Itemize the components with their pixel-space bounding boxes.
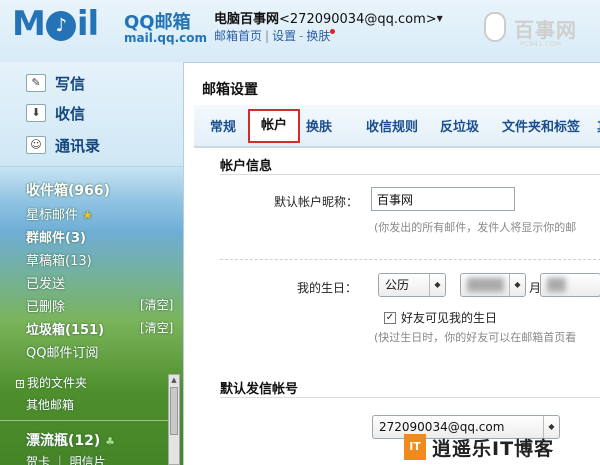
folder-spam[interactable]: 垃圾箱(151) [清空] — [26, 319, 173, 338]
pencil-icon: ✎ — [26, 74, 46, 92]
blog-watermark-text: 逍遥乐IT博客 — [432, 438, 555, 460]
chevron-down-icon[interactable]: ▼ — [437, 14, 443, 23]
inbox-download-icon: ⬇ — [26, 104, 46, 122]
link-mail-home[interactable]: 邮箱首页 — [214, 29, 262, 43]
blog-watermark: IT 逍遥乐IT博客 — [400, 432, 600, 465]
tab-receive-rules[interactable]: 收信规则 — [366, 113, 418, 143]
default-sender-heading: 默认发信帐号 — [220, 382, 299, 397]
my-folders-label: 我的文件夹 — [27, 376, 88, 390]
watermark-logo: 百事网 PC841.COM — [484, 10, 594, 50]
receive-button[interactable]: ⬇ 收信 — [26, 100, 85, 126]
section-divider — [220, 397, 600, 398]
user-name: 电脑百事网 — [214, 12, 280, 27]
folder-groups[interactable]: 群邮件(3) — [26, 227, 86, 246]
folder-drafts[interactable]: 草稿箱(13) — [26, 250, 92, 269]
expand-plus-icon[interactable]: + — [16, 380, 24, 388]
birth-month-select[interactable]: ██ — [540, 273, 600, 297]
scroll-up-arrow-icon[interactable]: ▲ — [170, 376, 178, 385]
user-email: <272090034@qq.com> — [279, 12, 437, 27]
friends-visible-label: 好友可见我的生日 — [401, 311, 498, 325]
qq-mail-logo[interactable]: M ♪ il — [12, 4, 99, 44]
birth-year-value: ████ — [467, 278, 504, 292]
nickname-label: 默认帐户昵称： — [274, 195, 359, 209]
birthday-hint: (快过生日时，你的好友可以在邮箱首页看 — [374, 331, 577, 344]
receive-label: 收信 — [55, 104, 86, 123]
folder-starred[interactable]: 星标邮件 ★ — [26, 204, 93, 223]
header: M ♪ il QQ邮箱 mail.qq.com 电脑百事网<272090034@qq… — [0, 0, 600, 62]
tab-general[interactable]: 常规 — [210, 113, 236, 143]
folder-deleted[interactable]: 已删除 [清空] — [26, 296, 173, 315]
it-badge: IT — [404, 434, 426, 460]
folder-starred-label: 星标邮件 — [26, 208, 79, 223]
select-arrow-icon: ◆ — [429, 274, 445, 296]
settings-panel: 邮箱设置 常规 帐户 换肤 收信规则 反垃圾 文件夹和标签 其 帐户信息 默认帐… — [183, 62, 600, 465]
bell-icon: ♪ — [45, 11, 76, 41]
friends-visible-checkbox-row[interactable]: ✓ 好友可见我的生日 — [384, 309, 497, 326]
top-links: 邮箱首页 | 设置 - 换肤 — [214, 27, 336, 44]
folder-spam-label: 垃圾箱(151) — [26, 323, 105, 338]
select-arrow-icon: ◆ — [509, 274, 525, 296]
nickname-hint: (你发出的所有邮件，发件人将显示你的邮 — [374, 221, 577, 234]
tab-folders-labels[interactable]: 文件夹和标签 — [502, 113, 580, 143]
sidebar-scrollbar[interactable]: ▲ — [168, 374, 180, 465]
birthday-label: 我的生日： — [297, 281, 358, 295]
folder-subscription[interactable]: QQ邮件订阅 — [26, 342, 98, 361]
tab-skin[interactable]: 换肤 — [306, 113, 332, 143]
mouse-icon — [484, 12, 506, 42]
drift-bottle-label: 漂流瓶(12) — [26, 433, 101, 449]
compose-label: 写信 — [55, 74, 86, 93]
contacts-button[interactable]: ☺ 通讯录 — [26, 132, 100, 158]
clear-spam-button[interactable]: [清空] — [140, 319, 173, 336]
birth-year-select[interactable]: ████ ◆ — [460, 273, 526, 297]
calendar-type-select[interactable]: 公历 ◆ — [378, 273, 446, 297]
notification-dot-icon — [330, 29, 336, 34]
page-title: 邮箱设置 — [202, 82, 258, 98]
contacts-icon: ☺ — [26, 136, 46, 154]
link-settings[interactable]: 设置 — [272, 29, 296, 43]
watermark-subtext: PC841.COM — [520, 40, 562, 48]
cards-postcards[interactable]: 贺卡 ｜ 明信片 — [26, 453, 106, 465]
scrollbar-thumb[interactable] — [170, 387, 178, 435]
folder-drift-bottle[interactable]: 漂流瓶(12) ♣ — [26, 430, 115, 450]
my-folders-toggle[interactable]: + 我的文件夹 — [16, 374, 87, 391]
account-info-heading: 帐户信息 — [220, 159, 273, 174]
sidebar: ✎ 写信 ⬇ 收信 ☺ 通讯录 收件箱(966) 星标邮件 ★ 群邮件(3) 草… — [0, 62, 184, 465]
dashed-divider — [220, 259, 600, 260]
star-icon: ★ — [82, 208, 93, 222]
tab-anti-spam[interactable]: 反垃圾 — [440, 113, 479, 143]
sidebar-divider-2 — [0, 420, 168, 421]
calendar-type-value: 公历 — [385, 278, 410, 292]
clear-deleted-button[interactable]: [清空] — [140, 296, 173, 313]
sidebar-divider — [0, 166, 184, 167]
tab-account[interactable]: 帐户 — [248, 109, 300, 143]
other-mailboxes[interactable]: 其他邮箱 — [26, 396, 74, 413]
link-skin[interactable]: 换肤 — [306, 29, 330, 43]
logo-url: mail.qq.com — [124, 31, 207, 45]
settings-tabs: 常规 帐户 换肤 收信规则 反垃圾 文件夹和标签 其 — [194, 105, 600, 147]
watermark-text: 百事网 — [514, 18, 577, 42]
leaf-icon: ♣ — [105, 435, 116, 448]
friends-visible-checkbox[interactable]: ✓ — [384, 311, 396, 324]
section-divider — [220, 174, 600, 175]
compose-button[interactable]: ✎ 写信 — [26, 70, 85, 96]
user-account-line[interactable]: 电脑百事网<272090034@qq.com>▼ — [214, 8, 443, 27]
folder-deleted-label: 已删除 — [26, 300, 66, 315]
birth-month-value: ██ — [547, 278, 566, 292]
contacts-label: 通讯录 — [55, 136, 101, 155]
folder-sent[interactable]: 已发送 — [26, 273, 65, 292]
nickname-input[interactable] — [371, 187, 515, 211]
folder-inbox[interactable]: 收件箱(966) — [26, 180, 110, 200]
